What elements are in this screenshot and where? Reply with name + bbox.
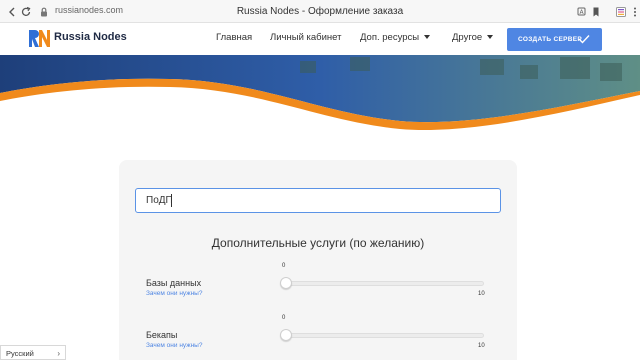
nav-item-extra-resources[interactable]: Доп. ресурсы	[360, 32, 431, 43]
nav-item-account[interactable]: Личный кабинет	[270, 32, 341, 43]
backups-slider-thumb[interactable]	[280, 329, 292, 341]
backups-help-link[interactable]: Зачем они нужны?	[146, 342, 202, 349]
bookmark-icon[interactable]	[590, 5, 602, 17]
create-server-button[interactable]: СОЗДАТЬ СЕРВЕР	[507, 28, 602, 51]
browser-bar: russianodes.com Russia Nodes - Оформлени…	[0, 0, 640, 23]
nav-item-home[interactable]: Главная	[216, 32, 252, 43]
brand-name[interactable]: Russia Nodes	[54, 31, 127, 43]
backups-slider-track[interactable]	[284, 333, 484, 338]
language-label: Русский	[6, 349, 34, 358]
page-title: Russia Nodes - Оформление заказа	[236, 6, 404, 17]
site-header: Russia Nodes Главная Личный кабинет Доп.…	[0, 23, 640, 55]
nav-item-label: Доп. ресурсы	[360, 32, 420, 43]
backups-label: Бекапы	[146, 330, 178, 340]
nav-item-label: Личный кабинет	[270, 32, 342, 43]
databases-slider-thumb[interactable]	[280, 277, 292, 289]
backups-slider-value: 0	[282, 315, 286, 321]
hero-banner	[0, 55, 640, 147]
chevron-down-icon	[487, 35, 494, 39]
logo-icon[interactable]	[28, 28, 50, 48]
translate-icon[interactable]: A	[577, 5, 589, 17]
nav-item-other[interactable]: Другое	[452, 32, 494, 43]
nav-item-label: Главная	[216, 32, 253, 43]
chevron-right-icon: ›	[57, 349, 60, 358]
language-selector[interactable]: Русский ›	[0, 345, 66, 360]
databases-slider-max: 10	[478, 291, 485, 297]
additional-services-title: Дополнительные услуги (по желанию)	[211, 236, 425, 250]
text-cursor	[171, 194, 172, 207]
extension-icon[interactable]	[615, 5, 627, 17]
databases-label: Базы данных	[146, 278, 202, 288]
databases-help-link[interactable]: Зачем они нужны?	[146, 290, 202, 297]
databases-slider-value: 0	[282, 263, 286, 269]
create-server-label: СОЗДАТЬ СЕРВЕР	[518, 36, 583, 43]
nav-item-label: Другое	[452, 32, 483, 43]
promo-code-input[interactable]	[135, 188, 501, 213]
menu-icon[interactable]	[629, 5, 640, 17]
databases-slider-track[interactable]	[284, 281, 484, 286]
chevron-down-icon	[424, 35, 431, 39]
check-icon	[578, 35, 590, 44]
backups-slider-max: 10	[478, 343, 485, 349]
